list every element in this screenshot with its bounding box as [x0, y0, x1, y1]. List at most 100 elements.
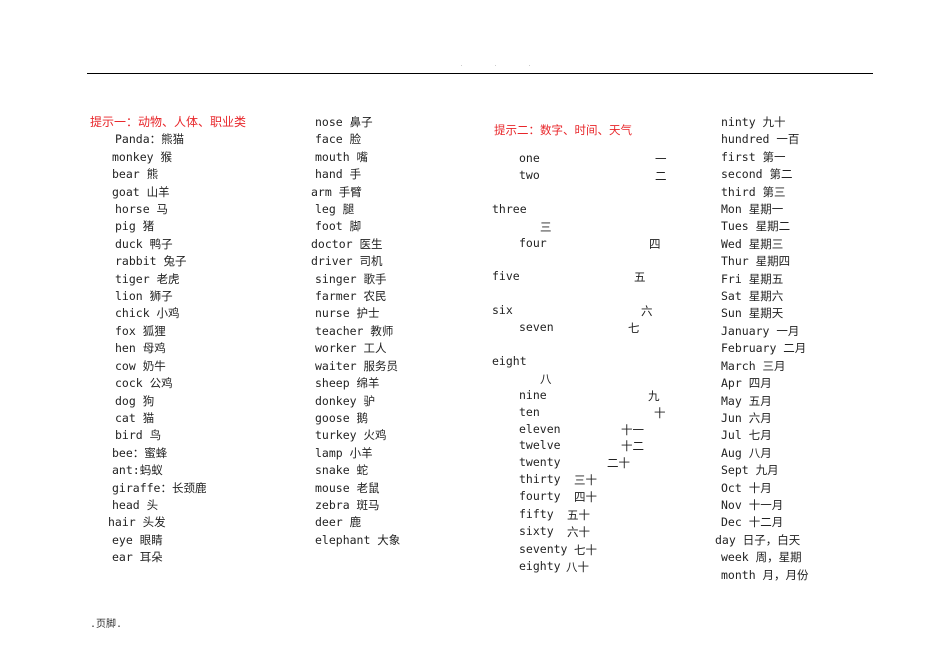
number-chinese: 三十: [574, 473, 597, 487]
vocab-item: second 第二: [721, 167, 793, 182]
vocab-item: Sept 九月: [721, 463, 779, 478]
vocab-item: mouth 嘴: [315, 149, 369, 164]
column-2: nose 鼻子 face 脸 mouth 嘴 hand 手 arm 手臂 leg 腿 foo…: [311, 114, 401, 549]
number-chinese: 十一: [621, 423, 644, 437]
vocab-item: Nov 十一月: [721, 497, 784, 512]
number-chinese: 四: [649, 237, 661, 251]
vocab-item: arm 手臂: [311, 184, 362, 199]
vocab-item: Thur 星期四: [721, 254, 791, 269]
number-chinese: 六十: [567, 525, 590, 539]
number-chinese: 七: [628, 321, 640, 335]
vocab-item: deer 鹿: [315, 515, 362, 530]
vocab-item: hen 母鸡: [115, 341, 166, 356]
number-english: eleven: [519, 422, 561, 436]
section2-heading: 提示二：数字、时间、天气: [494, 123, 632, 137]
number-chinese: 二: [655, 169, 667, 183]
vocab-item: horse 马: [115, 202, 169, 217]
vocab-item: giraffe：长颈鹿: [112, 480, 207, 495]
vocab-item: Oct 十月: [721, 480, 772, 495]
vocab-item: bear 熊: [112, 167, 159, 182]
vocab-item: pig 猪: [115, 219, 155, 234]
number-chinese: 四十: [574, 490, 597, 504]
vocab-item: bird 鸟: [115, 428, 162, 443]
column-1: 提示一：动物、人体、职业类 Panda：熊猫 monkey 猴 bear 熊 goat…: [90, 114, 246, 567]
vocab-item: Apr 四月: [721, 376, 772, 391]
vocab-item: fox 狐狸: [115, 323, 166, 338]
vocab-item: month 月，月份: [721, 567, 809, 582]
number-english: fourty: [519, 489, 561, 503]
vocab-item: ear 耳朵: [112, 550, 163, 565]
vocab-item: elephant 大象: [315, 532, 401, 547]
vocab-item: farmer 农民: [315, 289, 387, 304]
number-english: fifty: [519, 507, 554, 521]
number-chinese: 十二: [621, 439, 644, 453]
column-2-list: nose 鼻子 face 脸 mouth 嘴 hand 手 arm 手臂 leg 腿 foo…: [311, 114, 401, 549]
vocab-item: hair 头发: [108, 515, 166, 530]
number-chinese: 五: [634, 270, 646, 284]
vocab-item: first 第一: [721, 149, 786, 164]
vocab-item: lamp 小羊: [315, 445, 373, 460]
number-english: sixty: [519, 524, 554, 538]
vocab-item: cock 公鸡: [115, 376, 173, 391]
vocab-item: Tues 星期二: [721, 219, 791, 234]
vocab-item: driver 司机: [311, 254, 383, 269]
vocab-item: nurse 护士: [315, 306, 380, 321]
number-english: twenty: [519, 455, 561, 469]
number-english: seven: [519, 320, 554, 334]
vocab-item: Wed 星期三: [721, 236, 784, 251]
vocab-item: chick 小鸡: [115, 306, 180, 321]
vocab-item: Aug 八月: [721, 445, 772, 460]
vocab-item: ant:蚂蚁: [112, 463, 163, 478]
column-4: ninty 九十 hundred 一百 first 第一 second 第二 third…: [715, 114, 809, 584]
number-chinese: 二十: [607, 456, 630, 470]
vocab-item: lion 狮子: [115, 289, 173, 304]
number-english: eight: [492, 354, 527, 368]
vocab-item: Dec 十二月: [721, 515, 784, 530]
vocab-item: week 周，星期: [721, 550, 802, 565]
vocab-item: snake 蛇: [315, 463, 369, 478]
vocab-item: Fri 星期五: [721, 271, 784, 286]
vocab-item: eye 眼睛: [112, 532, 163, 547]
number-chinese: 三: [540, 220, 552, 234]
vocab-item: face 脸: [315, 132, 362, 147]
vocab-item: rabbit 兔子: [115, 254, 187, 269]
vocab-item: hundred 一百: [721, 132, 800, 147]
number-chinese: 八十: [566, 560, 589, 574]
vocab-item: tiger 老虎: [115, 271, 180, 286]
vocab-item: worker 工人: [315, 341, 387, 356]
vocab-item: dog 狗: [115, 393, 155, 408]
number-english: four: [519, 236, 547, 250]
number-english: seventy: [519, 542, 568, 556]
vocab-item: leg 腿: [315, 202, 355, 217]
vocab-item: Mon 星期一: [721, 202, 784, 217]
vocab-item: hand 手: [315, 167, 362, 182]
number-english: ten: [519, 405, 540, 419]
vocab-item: third 第三: [721, 184, 786, 199]
vocab-item: cat 猫: [115, 410, 155, 425]
number-chinese: 八: [540, 372, 552, 386]
vocab-item: doctor 医生: [311, 236, 383, 251]
number-chinese: 五十: [567, 508, 590, 522]
vocab-item: duck 鸭子: [115, 236, 173, 251]
vocab-item: waiter 服务员: [315, 358, 398, 373]
number-english: five: [492, 269, 520, 283]
column-4-list: ninty 九十 hundred 一百 first 第一 second 第二 third…: [715, 114, 809, 584]
vocab-item: zebra 斑马: [315, 497, 380, 512]
column-1-list: Panda：熊猫 monkey 猴 bear 熊 goat 山羊 horse 马 pig …: [90, 131, 246, 566]
vocab-item: head 头: [112, 497, 159, 512]
vocab-item: January 一月: [721, 323, 800, 338]
vocab-item: teacher 教师: [315, 323, 394, 338]
vocab-item: Jul 七月: [721, 428, 772, 443]
vocab-item: ninty 九十: [721, 115, 786, 129]
number-english: three: [492, 202, 527, 216]
vocab-item: goose 鹅: [315, 410, 369, 425]
number-english: one: [519, 151, 540, 165]
number-chinese: 九: [648, 389, 660, 403]
vocab-item: monkey 猴: [112, 149, 172, 164]
number-chinese: 十: [654, 406, 666, 420]
vocab-item: Panda：熊猫: [115, 132, 185, 147]
vocab-item: foot 脚: [315, 219, 362, 234]
vocab-item: goat 山羊: [112, 184, 170, 199]
number-chinese: 六: [641, 304, 653, 318]
number-english: eighty: [519, 559, 561, 573]
